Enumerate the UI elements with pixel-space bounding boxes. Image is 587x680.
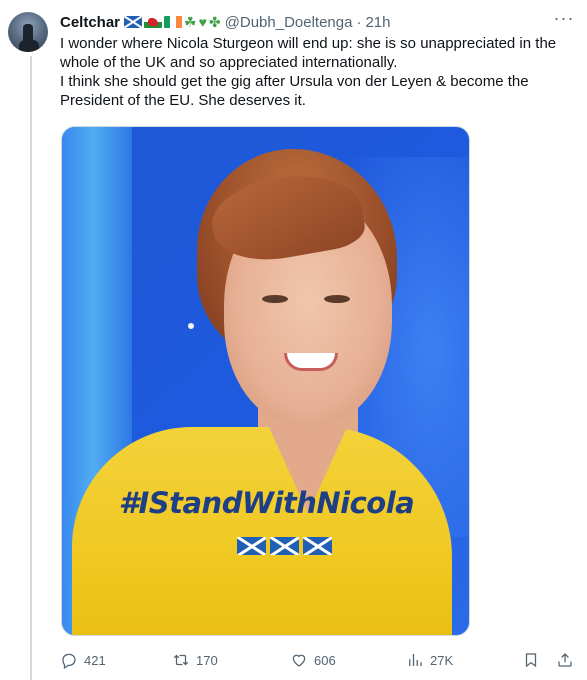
reply-button[interactable]: 421 (60, 651, 106, 669)
tweet-header: Celtchar ☘ ♥ ✤ @Dubh_Doeltenga · 21h (60, 12, 391, 32)
scotland-flag-icon (237, 537, 266, 555)
image-overlay-flags (237, 537, 332, 555)
heart-icon (292, 654, 306, 667)
four-leaf-clover-icon: ✤ (208, 14, 221, 30)
scotland-flag-icon (124, 16, 143, 28)
tweet-text: I wonder where Nicola Sturgeon will end … (60, 34, 580, 110)
tweet-text-line-1: I wonder where Nicola Sturgeon will end … (60, 35, 557, 71)
separator-dot: · (356, 13, 362, 31)
share-icon (558, 653, 572, 667)
image-overlay-hashtag: #IStandWithNicola (118, 486, 415, 520)
bookmark-icon (525, 653, 537, 668)
tweet-timestamp[interactable]: 21h (365, 14, 390, 31)
avatar[interactable] (8, 12, 48, 52)
more-options-button[interactable]: ··· (552, 9, 576, 30)
reply-icon (62, 653, 76, 669)
shamrock-icon: ☘ (184, 14, 197, 30)
scotland-flag-icon (270, 537, 299, 555)
reply-count: 421 (84, 652, 106, 668)
author-handle[interactable]: @Dubh_Doeltenga (225, 14, 353, 31)
author-emojis: ☘ ♥ ✤ (124, 15, 221, 29)
avatar-figure-base (19, 40, 39, 52)
ireland-flag-icon (164, 16, 183, 28)
thread-line (30, 56, 32, 680)
bookmark-button[interactable] (522, 651, 540, 669)
author-name[interactable]: Celtchar (60, 14, 120, 31)
green-heart-icon: ♥ (198, 14, 207, 30)
tweet-image[interactable]: #IStandWithNicola (61, 126, 470, 636)
portrait-earring (188, 323, 194, 329)
tweet-text-line-2: I think she should get the gig after Urs… (60, 73, 529, 109)
views-count: 27K (430, 652, 454, 668)
scotland-flag-icon (303, 537, 332, 555)
portrait-left-eye (262, 295, 288, 303)
retweet-count: 170 (196, 652, 218, 668)
share-button[interactable] (556, 651, 574, 669)
retweet-button[interactable]: 170 (172, 651, 218, 669)
tweet-action-bar: 421 170 606 27K (60, 648, 580, 672)
wales-flag-icon (144, 16, 163, 28)
like-count: 606 (314, 652, 336, 668)
portrait-jacket (72, 427, 452, 635)
views-button[interactable]: 27K (406, 651, 453, 669)
analytics-icon (409, 654, 422, 666)
like-button[interactable]: 606 (290, 651, 336, 669)
retweet-icon (173, 654, 189, 666)
portrait-right-eye (324, 295, 350, 303)
